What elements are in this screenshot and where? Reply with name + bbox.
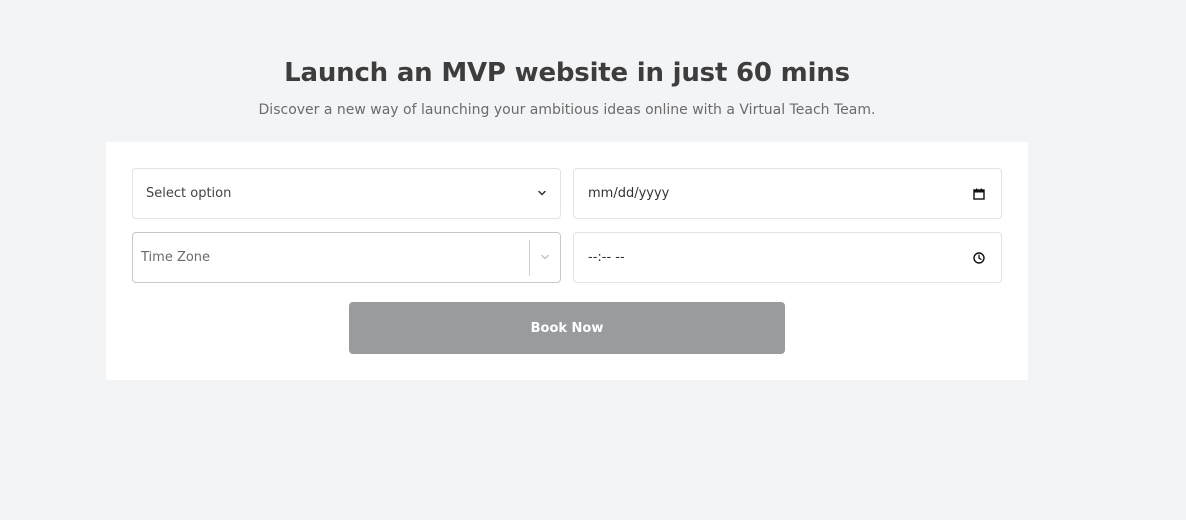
timezone-select[interactable]: Time Zone: [132, 232, 561, 283]
date-input[interactable]: mm/dd/yyyy: [573, 168, 1002, 219]
chevron-down-icon[interactable]: [539, 251, 551, 263]
clock-icon[interactable]: [972, 251, 986, 265]
page-title: Launch an MVP website in just 60 mins: [284, 58, 850, 88]
page-subtitle: Discover a new way of launching your amb…: [258, 102, 876, 118]
book-now-button[interactable]: Book Now: [349, 302, 785, 354]
service-select[interactable]: Select option: [132, 168, 561, 219]
calendar-icon[interactable]: [972, 187, 986, 201]
timezone-divider: [529, 240, 530, 276]
time-input[interactable]: --:-- --: [573, 232, 1002, 283]
booking-page: Launch an MVP website in just 60 mins Di…: [0, 0, 1186, 520]
booking-form-card: Select option mm/dd/yyyy Time Zone --:--…: [106, 142, 1028, 380]
chevron-down-icon: [538, 190, 546, 196]
date-input-placeholder: mm/dd/yyyy: [588, 186, 670, 201]
time-input-placeholder: --:-- --: [588, 250, 625, 265]
service-select-value: Select option: [146, 186, 232, 201]
timezone-select-placeholder: Time Zone: [141, 250, 211, 265]
